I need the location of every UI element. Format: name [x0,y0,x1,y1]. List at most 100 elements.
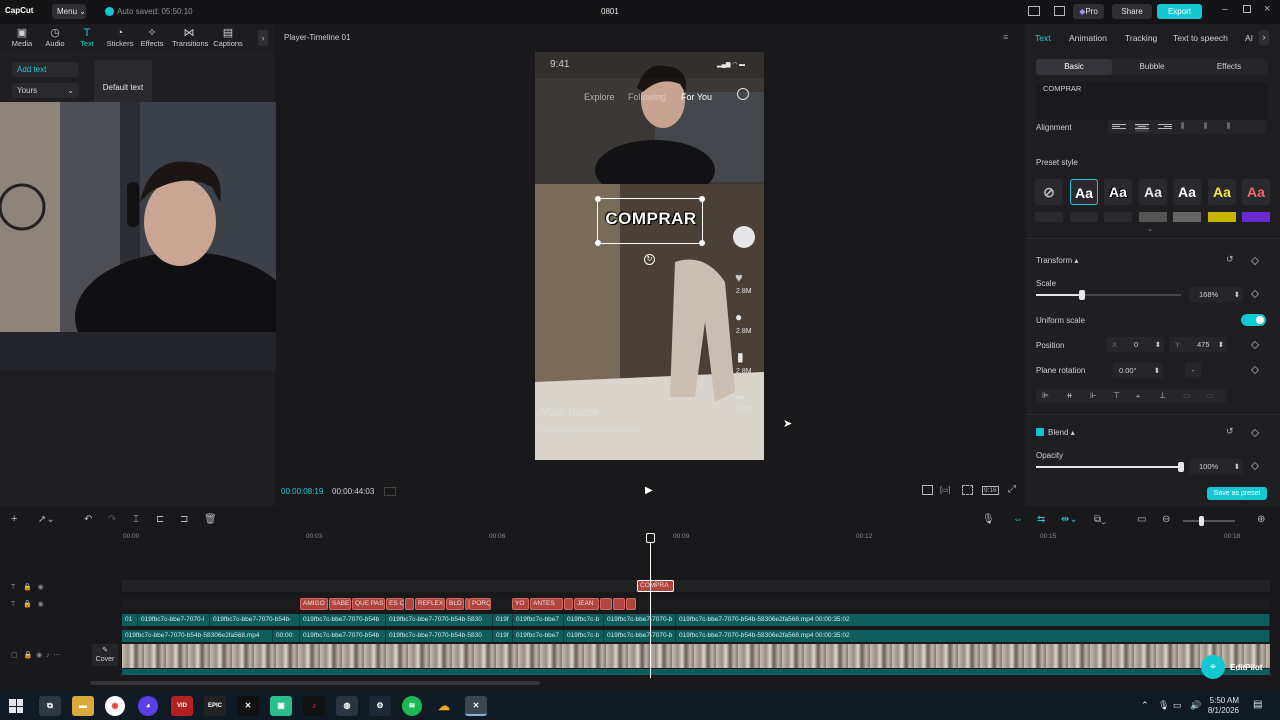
video-clip[interactable]: 019fbc7c-bbe7-7070-b54b-5830 [386,630,493,642]
play-button[interactable]: ▶ [645,485,653,496]
timecode-toggle-icon[interactable] [384,487,396,496]
playhead[interactable] [646,533,655,678]
text-clip[interactable]: BLD [446,598,464,610]
main-video-track[interactable] [122,644,1270,668]
blend-label[interactable]: Blend ▴ [1048,428,1075,437]
subtab-basic[interactable]: Basic [1036,59,1112,75]
tab-tracking[interactable]: Tracking [1125,33,1157,43]
video-clip[interactable]: 019fbc7c-bbe7-7070-b [604,630,676,642]
preset-style-5[interactable]: Aa [1208,179,1236,205]
toolbar-scroll-icon[interactable]: › [258,30,268,46]
tray-chevron-icon[interactable]: ⌃ [1141,700,1149,711]
delete-icon[interactable]: 🗑 [204,514,217,525]
text-clip[interactable]: YO [512,598,529,610]
resize-handle[interactable] [595,196,601,202]
split-right-icon[interactable]: ⊐ [180,514,188,525]
position-keyframe-icon[interactable] [1250,340,1260,350]
undo-icon[interactable]: ↶ [84,514,92,525]
scale-slider[interactable] [1036,290,1181,300]
video-clip[interactable]: 019f [493,614,513,626]
tab-ai[interactable]: AI [1245,33,1253,43]
tiktok-icon[interactable]: ♪ [303,696,325,716]
auto-snap-icon[interactable]: ⇆ [1037,514,1045,525]
preset-style-13[interactable] [1242,212,1270,222]
discord-icon[interactable]: ◕ [138,696,158,716]
text-content-input[interactable]: COMPRAR [1036,82,1268,120]
add-track-icon[interactable]: + [11,513,17,525]
text-clip-selected[interactable]: COMPRA [637,580,674,592]
rotation-flip-button[interactable]: - [1185,363,1201,378]
steam-icon[interactable]: ⚙ [369,696,391,716]
subtab-bubble[interactable]: Bubble [1114,59,1190,75]
preset-style-10[interactable] [1139,212,1167,222]
preview-axis-icon[interactable]: ⧉⌄ [1094,514,1106,525]
tabs-scroll-icon[interactable]: › [1259,30,1269,45]
preset-style-3[interactable]: Aa [1139,179,1167,205]
preset-none-icon[interactable]: ⊘ [1035,179,1063,205]
preset-style-12[interactable] [1208,212,1236,222]
scale-keyframe-icon[interactable] [1250,289,1260,299]
text-clip[interactable]: ANTES [530,598,563,610]
visibility-icon[interactable]: ◉ [36,652,42,659]
more-icon[interactable]: ⋯ [53,652,60,659]
opacity-keyframe-icon[interactable] [1250,461,1260,471]
editpilot-icon[interactable]: ⌖ [1201,655,1225,679]
video-clip[interactable]: 019fbc7c-bbe7-7070-b54b [300,630,386,642]
video-clip[interactable]: 019fbc7c-bbe7-7070-b54b-5830 [386,614,493,626]
align-obj-left-icon[interactable]: ⊫ [1042,391,1049,400]
text-clip[interactable]: REFLEX [415,598,445,610]
tab-text-to-speech[interactable]: Text to speech [1173,33,1228,43]
subtab-effects[interactable]: Effects [1191,59,1267,75]
tray-clock[interactable]: 5:50 AM 8/1/2026 [1203,696,1239,716]
stepper-icon[interactable]: ⬍ [1155,337,1161,352]
resize-handle[interactable] [699,240,705,246]
uniform-scale-toggle[interactable] [1241,314,1266,326]
text-clip[interactable] [613,598,625,610]
opacity-value-input[interactable]: 100% ⬍ [1189,459,1243,474]
video-clip[interactable]: 019fbc7c-bbe7-7070-b54b- [210,614,300,626]
text-clip[interactable]: ES C [386,598,404,610]
video-clip[interactable]: 019f [493,630,513,642]
video-clip[interactable]: 019fbc7c-bbe7 [513,630,564,642]
export-button[interactable]: Export [1157,4,1202,19]
text-clip[interactable] [626,598,636,610]
cover-button[interactable]: ✎ Cover [92,644,118,666]
resize-handle[interactable] [595,240,601,246]
split-icon[interactable]: ⌶ [133,514,139,525]
lock-icon[interactable]: 🔒 [23,652,32,659]
select-tool-icon[interactable]: ➚⌄ [38,514,55,525]
preset-style-11[interactable] [1173,212,1201,222]
rotation-keyframe-icon[interactable] [1250,365,1260,375]
tab-text[interactable]: Text [1035,33,1051,43]
quality-icon[interactable] [922,485,933,495]
position-x-input[interactable]: X 0 ⬍ [1106,337,1164,352]
capcut-alt-icon[interactable]: ✕ [237,696,259,716]
maximize-icon[interactable] [1243,5,1251,13]
zoom-slider-thumb[interactable] [1199,516,1204,526]
linkage-icon[interactable]: ⇹⌄ [1061,514,1078,525]
video-clip[interactable]: 019fbc7c-bbe7-7070-l [138,614,210,626]
shortcuts-icon[interactable] [1054,6,1065,16]
blend-checkbox[interactable] [1036,428,1044,436]
distribute-v-icon[interactable]: ▭ [1206,391,1214,400]
video-clip[interactable]: 019fbc7c-bbe7 [513,614,564,626]
text-clip[interactable] [405,598,414,610]
player-menu-icon[interactable]: ≡ [1003,32,1008,42]
capcut-taskbar-icon[interactable]: ✕ [465,696,487,716]
transform-reset-icon[interactable]: ↺ [1226,254,1234,265]
rotation-input[interactable]: 0.00° ⬍ [1113,363,1163,378]
stepper-icon[interactable]: ⬍ [1218,337,1224,352]
menu-button[interactable]: Menu ⌄ [52,4,86,19]
video-clip[interactable]: 019fbc7c-bbe7-7070-b54b-58306e2fa568.mp4… [676,630,1270,642]
rotate-handle-icon[interactable]: ↻ [644,254,655,265]
resize-handle[interactable] [699,196,705,202]
preset-style-7[interactable] [1035,212,1063,222]
preset-style-2[interactable]: Aa [1104,179,1132,205]
preset-style-8[interactable] [1070,212,1098,222]
visibility-icon[interactable]: ◉ [38,584,44,591]
video-clip[interactable]: 00:00: [273,630,300,642]
tray-network-icon[interactable]: ▭ [1173,700,1182,711]
tool-transitions[interactable]: ⋈ Transitions [172,27,208,48]
distribute-h-icon[interactable]: ▭ [1183,391,1191,400]
zoom-out-icon[interactable]: ⊖ [1162,514,1170,525]
